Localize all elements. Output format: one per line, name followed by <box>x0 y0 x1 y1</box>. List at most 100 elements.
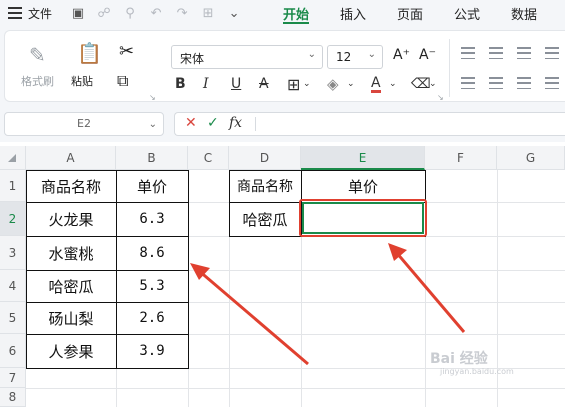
cell-d2[interactable]: 哈密瓜 <box>229 202 301 236</box>
tab-insert[interactable]: 插入 <box>340 4 366 23</box>
tab-data[interactable]: 数据 <box>511 4 537 23</box>
insert-function-icon[interactable]: fx <box>229 115 242 131</box>
row-header-6[interactable]: 6 <box>0 334 26 368</box>
add-icon[interactable]: ⊞ <box>200 5 216 21</box>
align-extra-icon[interactable] <box>545 47 559 59</box>
row-header-2[interactable]: 2 <box>0 202 26 236</box>
cell-a2[interactable]: 火龙果 <box>26 202 116 236</box>
ribbon-divider <box>449 39 450 97</box>
underline-button[interactable]: U <box>231 75 241 93</box>
tab-page[interactable]: 页面 <box>397 4 423 23</box>
ribbon: ✎ 格式刷 📋 粘贴 ✂ ⧉ ↘ 宋体 ⌄ 12 ⌄ A⁺ A⁻ B I U A… <box>0 26 565 106</box>
align-right-icon[interactable] <box>517 77 531 89</box>
table-border <box>188 170 189 369</box>
clipboard-expand-icon[interactable]: ↘ <box>149 93 156 102</box>
chevron-down-icon[interactable]: ⌄ <box>429 75 437 93</box>
cell-a1[interactable]: 商品名称 <box>26 170 116 202</box>
watermark-url: jingyan.baidu.com <box>440 367 514 376</box>
cell-b5[interactable]: 2.6 <box>116 302 188 334</box>
chevron-down-icon: ⌄ <box>367 49 376 60</box>
cancel-icon[interactable]: ✕ <box>185 115 197 131</box>
cell-a3[interactable]: 水蜜桃 <box>26 236 116 270</box>
column-header-e[interactable]: E <box>301 146 425 170</box>
cell-a4[interactable]: 哈密瓜 <box>26 270 116 302</box>
file-menu[interactable]: 文件 <box>28 5 52 22</box>
row-header-7[interactable]: 7 <box>0 368 26 388</box>
cell-b1[interactable]: 单价 <box>116 170 188 202</box>
cell-a6[interactable]: 人参果 <box>26 334 116 368</box>
cell-e1[interactable]: 单价 <box>301 170 425 202</box>
chevron-down-icon[interactable]: ⌄ <box>303 75 311 93</box>
column-header-a[interactable]: A <box>26 146 116 170</box>
column-header-d[interactable]: D <box>229 146 301 170</box>
column-header-g[interactable]: G <box>497 146 565 170</box>
chevron-down-icon[interactable]: ⌄ <box>226 5 242 21</box>
tab-formulas[interactable]: 公式 <box>454 4 480 23</box>
formula-divider <box>255 117 256 131</box>
format-painter-icon[interactable]: ✎ <box>29 43 46 67</box>
paste-icon[interactable]: 📋 <box>77 41 102 65</box>
row-header-5[interactable]: 5 <box>0 302 26 334</box>
align-top-icon[interactable] <box>461 47 475 59</box>
font-color-button[interactable]: A <box>371 75 381 93</box>
print-preview-icon[interactable]: ⚲ <box>122 5 138 21</box>
clear-format-icon[interactable]: ⌫ <box>411 75 431 93</box>
cut-icon[interactable]: ✂ <box>119 41 134 62</box>
align-middle-icon[interactable] <box>489 47 503 59</box>
fill-color-icon[interactable]: ◈ <box>327 75 339 93</box>
name-box-value: E2 <box>77 117 91 130</box>
font-size-value: 12 <box>336 50 352 64</box>
column-header-c[interactable]: C <box>188 146 229 170</box>
column-header-f[interactable]: F <box>425 146 497 170</box>
select-all-icon <box>8 154 16 162</box>
spreadsheet-grid: A B C D E F G 1 2 3 4 5 6 7 8 商品名称 单价 火龙… <box>0 146 565 407</box>
row-header-1[interactable]: 1 <box>0 170 26 202</box>
redo-icon[interactable]: ↷ <box>174 5 190 21</box>
strikethrough-button[interactable]: A <box>259 75 269 93</box>
align-bottom-icon[interactable] <box>517 47 531 59</box>
cell-d1[interactable]: 商品名称 <box>229 170 301 202</box>
bold-button[interactable]: B <box>175 75 186 93</box>
font-name-value: 宋体 <box>180 52 205 66</box>
cell-b6[interactable]: 3.9 <box>116 334 188 368</box>
formula-input-area[interactable]: ✕ ✓ fx <box>174 112 565 136</box>
column-header-b[interactable]: B <box>116 146 188 170</box>
row-header-3[interactable]: 3 <box>0 236 26 270</box>
name-box[interactable]: E2 ⌄ <box>4 112 164 136</box>
select-all-corner[interactable] <box>0 146 26 170</box>
cell-b3[interactable]: 8.6 <box>116 236 188 270</box>
confirm-icon[interactable]: ✓ <box>207 115 219 131</box>
font-shrink-button[interactable]: A⁻ <box>419 47 436 63</box>
row-header-4[interactable]: 4 <box>0 270 26 302</box>
italic-button[interactable]: I <box>203 75 209 93</box>
row-header-8[interactable]: 8 <box>0 388 26 407</box>
border-icon[interactable]: ⊞ <box>287 75 300 94</box>
font-name-select[interactable]: 宋体 ⌄ <box>171 45 323 69</box>
arrow-to-table1 <box>190 263 309 366</box>
active-tab-indicator <box>283 22 309 24</box>
cell-b4[interactable]: 5.3 <box>116 270 188 302</box>
tab-home[interactable]: 开始 <box>283 4 309 23</box>
copy-icon[interactable]: ⧉ <box>117 71 128 91</box>
chevron-down-icon[interactable]: ⌄ <box>389 75 397 93</box>
link-icon[interactable]: ☍ <box>96 5 112 21</box>
align-center-icon[interactable] <box>489 77 503 89</box>
active-cell-selection[interactable] <box>302 202 424 234</box>
align-left-icon[interactable] <box>461 77 475 89</box>
cell-a5[interactable]: 砀山梨 <box>26 302 116 334</box>
undo-icon[interactable]: ↶ <box>148 5 164 21</box>
font-size-select[interactable]: 12 ⌄ <box>327 45 383 69</box>
ribbon-panel: ✎ 格式刷 📋 粘贴 ✂ ⧉ ↘ 宋体 ⌄ 12 ⌄ A⁺ A⁻ B I U A… <box>4 30 565 102</box>
align-justify-icon[interactable] <box>545 77 559 89</box>
hamburger-menu-icon[interactable] <box>8 7 22 19</box>
paste-button[interactable]: 粘贴 <box>71 73 93 89</box>
watermark-brand: Bai 经验 <box>430 351 488 367</box>
save-icon[interactable]: ▣ <box>70 5 86 21</box>
grid-line <box>26 388 565 389</box>
chevron-down-icon[interactable]: ⌄ <box>347 75 355 93</box>
format-painter-label[interactable]: 格式刷 <box>21 73 54 89</box>
chevron-down-icon: ⌄ <box>307 49 316 60</box>
font-grow-button[interactable]: A⁺ <box>393 47 410 63</box>
font-expand-icon[interactable]: ↘ <box>437 93 444 102</box>
cell-b2[interactable]: 6.3 <box>116 202 188 236</box>
